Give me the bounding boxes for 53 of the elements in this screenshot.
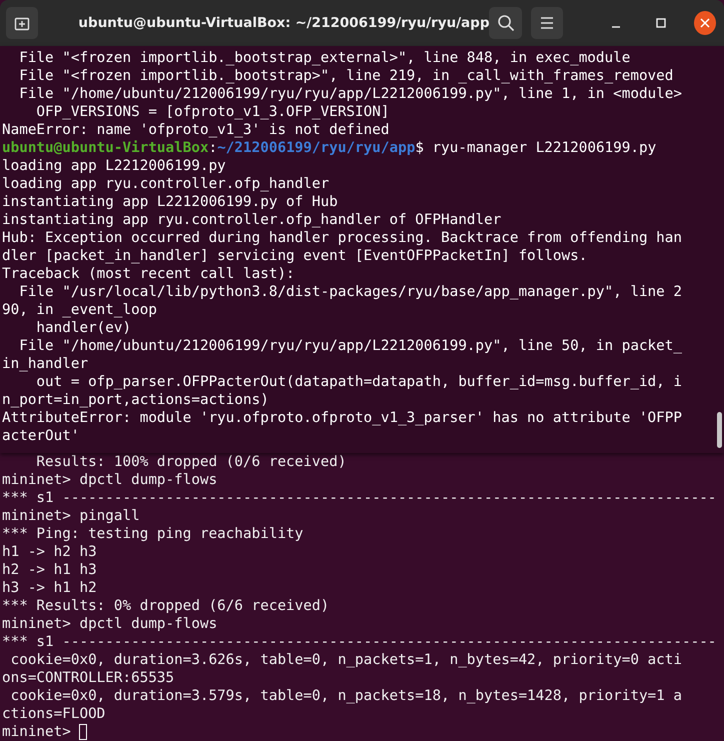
terminal-line: h2 -> h1 h3 — [1, 561, 98, 579]
terminal-line: AttributeError: module 'ryu.ofproto.ofproto_v1_3_parser' has no attribute 'OFPP — [1, 409, 683, 427]
terminal-line: *** s1 ---------------------------------------------------------------------------- — [1, 489, 718, 507]
terminal-line: NameError: name 'ofproto_v1_3' is not defined — [1, 121, 390, 139]
terminal-line: h1 -> h2 h3 — [1, 543, 98, 561]
terminal-line: File "/usr/local/lib/python3.8/dist-packages/ryu/base/app_manager.py", line 2 — [18, 283, 683, 301]
terminal-line: dler [packet_in_handler] servicing event [EventOFPPacketIn] follows. — [1, 247, 588, 265]
terminal-line: mininet> dpctl dump-flows — [1, 615, 218, 633]
terminal-line: in_handler — [1, 355, 90, 373]
prompt-command: $ ryu-manager L2212006199.py — [415, 140, 656, 156]
terminal-line: instantiating app L2212006199.py of Hub — [1, 193, 339, 211]
terminal-line: handler(ev) — [35, 319, 132, 337]
terminal-line: mininet> dpctl dump-flows — [1, 471, 218, 489]
terminal-line: out = ofp_parser.OFPPacterOut(datapath=datapath, buffer_id=msg.buffer_id, i — [35, 373, 683, 391]
terminal-line: File "/home/ubuntu/212006199/ryu/ryu/app/L2212006199.py", line 1, in <module> — [18, 85, 683, 103]
terminal-line: OFP_VERSIONS = [ofproto_v1_3.OFP_VERSION] — [35, 103, 390, 121]
terminal-line: loading app ryu.controller.ofp_handler — [1, 175, 330, 193]
prompt-user-host: ubuntu@ubuntu-VirtualBox — [2, 140, 209, 156]
terminal-line: instantiating app ryu.controller.ofp_handler of OFPHandler — [1, 211, 502, 229]
prompt-separator: : — [208, 140, 218, 156]
prompt-path: ~/212006199/ryu/ryu/app — [217, 140, 416, 156]
close-button[interactable] — [694, 11, 716, 35]
terminal-line: cookie=0x0, duration=3.579s, table=0, n_packets=18, n_bytes=1428, priority=1 a — [10, 687, 683, 705]
terminal-line: mininet> pingall — [1, 507, 141, 525]
menu-icon — [539, 16, 556, 30]
new-tab-icon — [14, 15, 30, 31]
new-tab-button[interactable] — [6, 7, 38, 39]
terminal-line: ctions=FLOOD — [1, 705, 106, 723]
close-icon — [700, 18, 710, 28]
terminal-line: Traceback (most recent call last): — [1, 265, 296, 283]
terminal-prompt: mininet> — [2, 723, 72, 741]
terminal-line: *** s1 ---------------------------------------------------------------------------- — [1, 633, 718, 651]
terminal-line: 90, in _event_loop — [1, 301, 158, 319]
terminal-line: File "<frozen importlib._bootstrap_external>", line 848, in exec_module — [18, 49, 632, 67]
minimize-icon — [611, 26, 622, 28]
terminal-line: Hub: Exception occurred during handler processing. Backtrace from offending han — [1, 229, 683, 247]
terminal-line: *** Results: 0% dropped (6/6 received) — [1, 597, 330, 615]
terminal-line: loading app L2212006199.py — [1, 157, 227, 175]
menu-button[interactable] — [530, 7, 564, 39]
terminal-line: File "<frozen importlib._bootstrap>", line 219, in _call_with_frames_removed — [18, 67, 674, 85]
terminal-line: acterOut' — [1, 427, 80, 445]
search-icon — [496, 14, 515, 32]
terminal-line: h3 -> h1 h2 — [1, 579, 98, 597]
terminal-line: *** Ping: testing ping reachability — [1, 525, 304, 543]
scrollbar-thumb[interactable] — [717, 412, 722, 448]
window-title: ubuntu@ubuntu-VirtualBox: ~/212006199/ryu/ryu/app — [77, 15, 490, 31]
terminal-line: File "/home/ubuntu/212006199/ryu/ryu/app/L2212006199.py", line 50, in packet_ — [18, 337, 683, 355]
search-button[interactable] — [489, 7, 522, 39]
maximize-icon — [656, 18, 666, 28]
terminal-line: n_port=in_port,actions=actions) — [1, 391, 270, 409]
terminal-line: Results: 100% dropped (0/6 received) — [35, 453, 348, 471]
terminal-line: cookie=0x0, duration=3.626s, table=0, n_packets=1, n_bytes=42, priority=0 acti — [10, 651, 683, 669]
terminal-line: ons=CONTROLLER:65535 — [1, 669, 176, 687]
